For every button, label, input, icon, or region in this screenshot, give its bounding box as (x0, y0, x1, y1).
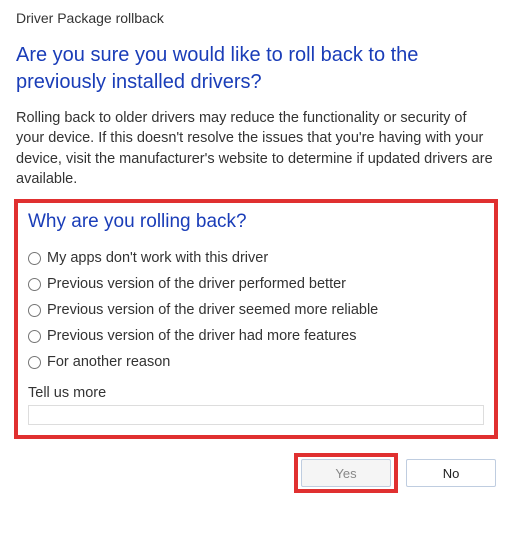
reason-section-highlight: Why are you rolling back? My apps don't … (14, 199, 498, 439)
reason-radio-more-reliable[interactable] (28, 304, 41, 317)
window-title: Driver Package rollback (14, 10, 498, 40)
tell-more-label: Tell us more (28, 375, 484, 405)
dialog-button-row: Yes No (14, 453, 498, 493)
reason-label: For another reason (47, 354, 170, 370)
yes-button[interactable]: Yes (301, 459, 391, 487)
reason-option[interactable]: Previous version of the driver had more … (28, 323, 484, 349)
reason-label: Previous version of the driver performed… (47, 276, 346, 292)
dialog-window: Driver Package rollback Are you sure you… (0, 0, 512, 511)
reason-radio-more-features[interactable] (28, 330, 41, 343)
reason-label: Previous version of the driver seemed mo… (47, 302, 378, 318)
reason-option[interactable]: For another reason (28, 349, 484, 375)
dialog-heading: Are you sure you would like to roll back… (14, 40, 498, 108)
dialog-body-text: Rolling back to older drivers may reduce… (14, 108, 498, 197)
yes-button-highlight: Yes (294, 453, 398, 493)
reason-radio-another[interactable] (28, 356, 41, 369)
reason-heading: Why are you rolling back? (28, 211, 484, 245)
tell-more-input[interactable] (28, 405, 484, 425)
reason-option[interactable]: My apps don't work with this driver (28, 245, 484, 271)
reason-label: Previous version of the driver had more … (47, 328, 356, 344)
no-button[interactable]: No (406, 459, 496, 487)
reason-label: My apps don't work with this driver (47, 250, 268, 266)
reason-option[interactable]: Previous version of the driver performed… (28, 271, 484, 297)
reason-option[interactable]: Previous version of the driver seemed mo… (28, 297, 484, 323)
no-button-wrap: No (406, 453, 496, 493)
reason-radio-apps[interactable] (28, 252, 41, 265)
reason-radio-performed-better[interactable] (28, 278, 41, 291)
